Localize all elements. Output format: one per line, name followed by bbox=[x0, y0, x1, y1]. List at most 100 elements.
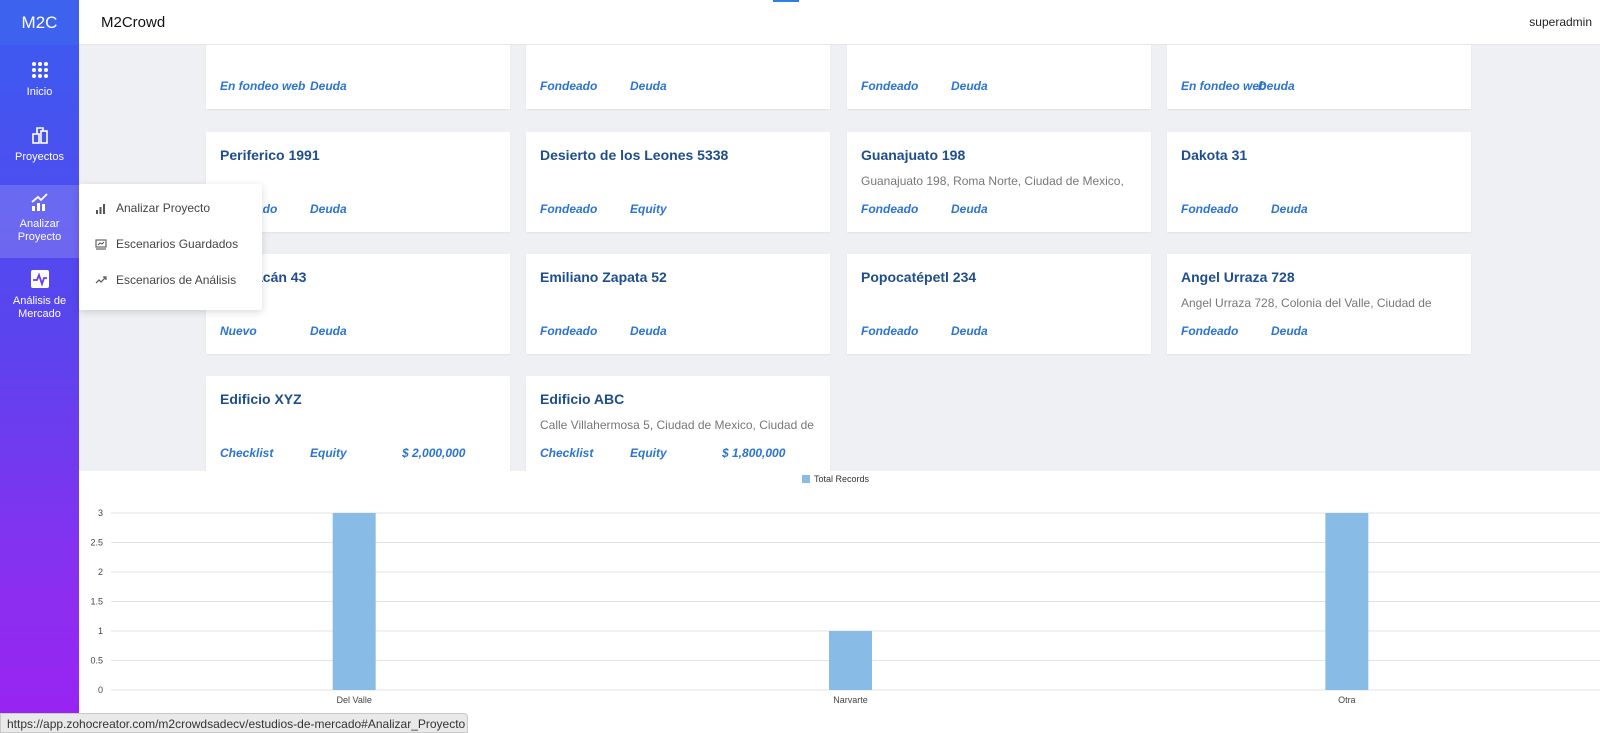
card-amount: $ 1,800,000 bbox=[722, 446, 786, 460]
card-title: Edificio ABC bbox=[540, 391, 625, 407]
card-status: Fondeado bbox=[1181, 324, 1239, 338]
sidebar-item-label: Analizar Proyecto bbox=[17, 218, 62, 243]
card-title: Popocatépetl 234 bbox=[861, 269, 977, 285]
card-amount: $ 2,000,000 bbox=[402, 446, 466, 460]
project-card[interactable]: Emiliano Zapata 52 Fondeado Deuda bbox=[526, 254, 830, 354]
menu-item-escenarios-guardados[interactable]: Escenarios Guardados bbox=[95, 234, 238, 254]
card-title: Guanajuato 198 bbox=[861, 147, 966, 163]
x-tick-label: Narvarte bbox=[833, 695, 868, 705]
card-status: Fondeado bbox=[540, 202, 598, 216]
sidebar-item-label: Inicio bbox=[26, 86, 53, 98]
card-status: Fondeado bbox=[861, 79, 919, 93]
card-status: En fondeo web bbox=[220, 79, 306, 93]
y-tick-label: 1.5 bbox=[90, 597, 103, 607]
menu-item-label: Escenarios de Análisis bbox=[116, 273, 237, 287]
saved-chart-icon bbox=[95, 239, 107, 250]
bar-chart: 0 0.5 1 1.5 2 2.5 3 Total Records Del Valle Narva… bbox=[90, 474, 1600, 705]
bar-chart-icon bbox=[96, 204, 105, 214]
sidebar-item-proyectos[interactable]: Proyectos bbox=[0, 125, 79, 180]
card-title: Dakota 31 bbox=[1181, 147, 1248, 163]
card-status: Checklist bbox=[220, 446, 274, 460]
menu-item-label: Escenarios Guardados bbox=[116, 237, 239, 251]
card-type: Equity bbox=[630, 202, 667, 216]
card-title: Edificio XYZ bbox=[220, 391, 302, 407]
card-address: Guanajuato 198, Roma Norte, Ciudad de Me… bbox=[861, 174, 1124, 188]
card-type: Equity bbox=[630, 446, 667, 460]
menu-item-label: Analizar Proyecto bbox=[116, 201, 211, 215]
loading-indicator bbox=[773, 0, 799, 2]
browser-status-url: https://app.zohocreator.com/m2crowdsadec… bbox=[0, 713, 468, 733]
card-status: Fondeado bbox=[540, 79, 598, 93]
menu-item-analizar-proyecto[interactable]: Analizar Proyecto bbox=[95, 198, 210, 218]
sidebar-item-analizar-proyecto[interactable]: Analizar Proyecto bbox=[0, 185, 79, 258]
card-address: Calle Villahermosa 5, Ciudad de Mexico, … bbox=[540, 418, 814, 432]
project-card[interactable]: Fondeado Deuda bbox=[847, 45, 1151, 109]
project-card[interactable]: Angel Urraza 728 Angel Urraza 728, Colon… bbox=[1167, 254, 1471, 354]
project-card[interactable]: Edificio XYZ Checklist Equity $ 2,000,00… bbox=[206, 376, 510, 471]
analizar-proyecto-menu: Analizar Proyecto Escenarios Guardados E… bbox=[79, 184, 262, 310]
project-card[interactable]: Guanajuato 198 Guanajuato 198, Roma Nort… bbox=[847, 132, 1151, 232]
project-card[interactable]: En fondeo web Deuda bbox=[206, 45, 510, 109]
card-status: Fondeado bbox=[540, 324, 598, 338]
card-status: Fondeado bbox=[861, 324, 919, 338]
card-type: Deuda bbox=[1271, 202, 1308, 216]
card-status: Nuevo bbox=[220, 324, 257, 338]
card-type: Equity bbox=[310, 446, 347, 460]
card-type: Deuda bbox=[310, 79, 347, 93]
bar bbox=[332, 513, 376, 690]
top-bar: M2Crowd superadmin bbox=[79, 0, 1600, 45]
market-chart: 0 0.5 1 1.5 2 2.5 3 Total Records Del Valle Narva… bbox=[79, 471, 1600, 733]
card-type: Deuda bbox=[1258, 79, 1295, 93]
card-type: Deuda bbox=[951, 324, 988, 338]
card-status: En fondeo web bbox=[1181, 79, 1267, 93]
card-type: Deuda bbox=[630, 79, 667, 93]
y-tick-label: 3 bbox=[98, 508, 103, 518]
card-type: Deuda bbox=[951, 79, 988, 93]
project-card[interactable]: Edificio ABC Calle Villahermosa 5, Ciuda… bbox=[526, 376, 830, 471]
pulse-chart-icon bbox=[30, 270, 49, 288]
x-tick-label: Del Valle bbox=[336, 695, 371, 705]
x-tick-label: Otra bbox=[1338, 695, 1356, 705]
sidebar: M2C Inicio Proyectos Analizar Proyecto A… bbox=[0, 0, 79, 733]
card-status: Fondeado bbox=[861, 202, 919, 216]
sidebar-item-label: Proyectos bbox=[15, 151, 64, 163]
card-title: Angel Urraza 728 bbox=[1181, 269, 1295, 285]
card-status: Fondeado bbox=[1181, 202, 1239, 216]
project-card[interactable]: Fondeado Deuda bbox=[526, 45, 830, 109]
user-menu[interactable]: superadmin bbox=[1529, 15, 1592, 29]
card-type: Deuda bbox=[951, 202, 988, 216]
card-title: Emiliano Zapata 52 bbox=[540, 269, 667, 285]
y-tick-label: 0.5 bbox=[90, 656, 103, 666]
card-type: Deuda bbox=[630, 324, 667, 338]
y-tick-label: 1 bbox=[98, 626, 103, 636]
legend-swatch bbox=[802, 475, 810, 483]
grid-icon bbox=[31, 62, 48, 78]
card-title: Periferico 1991 bbox=[220, 147, 320, 163]
card-type: Deuda bbox=[310, 324, 347, 338]
project-card[interactable]: Dakota 31 Fondeado Deuda bbox=[1167, 132, 1471, 232]
project-card[interactable]: En fondeo web Deuda bbox=[1167, 45, 1471, 109]
card-status: Checklist bbox=[540, 446, 594, 460]
y-tick-label: 2 bbox=[98, 567, 103, 577]
app-logo[interactable]: M2C bbox=[0, 0, 79, 45]
y-tick-label: 2.5 bbox=[90, 538, 103, 548]
bar bbox=[829, 631, 872, 690]
card-address: Angel Urraza 728, Colonia del Valle, Ciu… bbox=[1181, 296, 1432, 310]
card-title: Desierto de los Leones 5338 bbox=[540, 147, 729, 163]
app-title: M2Crowd bbox=[101, 14, 166, 31]
y-tick-label: 0 bbox=[98, 685, 103, 695]
project-card[interactable]: Popocatépetl 234 Fondeado Deuda bbox=[847, 254, 1151, 354]
buildings-icon bbox=[31, 127, 48, 144]
trend-icon bbox=[95, 276, 107, 284]
sidebar-item-inicio[interactable]: Inicio bbox=[0, 60, 79, 115]
card-type: Deuda bbox=[1271, 324, 1308, 338]
project-card[interactable]: Desierto de los Leones 5338 Fondeado Equ… bbox=[526, 132, 830, 232]
sidebar-item-analisis-mercado[interactable]: Análisis de Mercado bbox=[0, 269, 79, 334]
chart-up-icon bbox=[30, 193, 48, 211]
bar bbox=[1325, 513, 1369, 690]
sidebar-item-label: Análisis de Mercado bbox=[12, 295, 67, 320]
menu-item-escenarios-analisis[interactable]: Escenarios de Análisis bbox=[95, 270, 236, 290]
projects-grid: En fondeo web Deuda Fondeado Deuda Fonde… bbox=[79, 45, 1600, 471]
legend-label: Total Records bbox=[814, 474, 870, 484]
card-type: Deuda bbox=[310, 202, 347, 216]
